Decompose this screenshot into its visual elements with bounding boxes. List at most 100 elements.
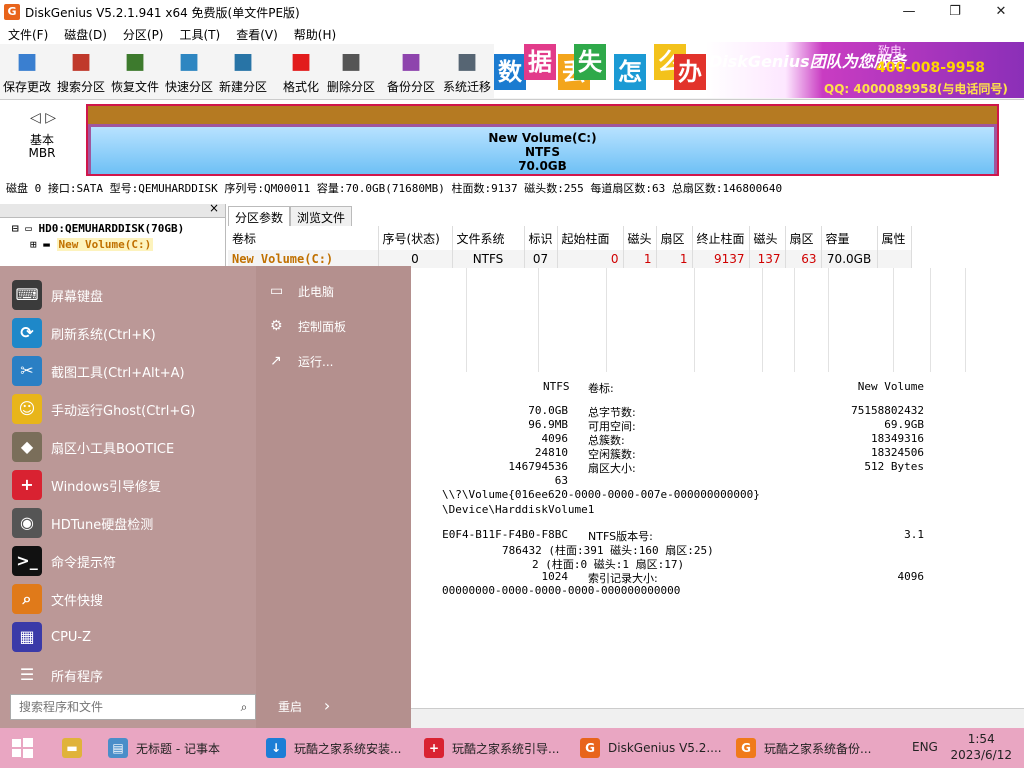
- toolbar-button-5[interactable]: ■ 格式化: [274, 46, 328, 96]
- start-menu-right-item-label: 控制面板: [298, 319, 347, 334]
- banner-char: 据: [524, 44, 556, 80]
- table-header-cell[interactable]: 容量: [821, 226, 878, 250]
- grid-line: [828, 268, 829, 372]
- start-menu-item[interactable]: ☰ 所有程序: [12, 658, 252, 692]
- start-menu-item[interactable]: ⟳ 刷新系统(Ctrl+K): [12, 316, 252, 350]
- menu-view[interactable]: 查看(V): [228, 26, 286, 43]
- disk-info-line: 磁盘 0 接口:SATA 型号:QEMUHARDDISK 序列号:QM00011…: [0, 180, 1024, 200]
- partition-bar-c[interactable]: New Volume(C:) NTFS 70.0GB: [86, 104, 999, 176]
- start-menu-item[interactable]: ◉ HDTune硬盘检测: [12, 506, 252, 540]
- menu-bar: 文件(F) 磁盘(D) 分区(P) 工具(T) 查看(V) 帮助(H): [0, 24, 1024, 44]
- table-header-cell[interactable]: 磁头: [623, 226, 657, 250]
- close-button[interactable]: ✕: [978, 0, 1024, 24]
- disk-nav-arrows[interactable]: ◁ ▷: [30, 110, 56, 126]
- detail-start-sector: 63: [554, 474, 568, 487]
- start-search-box[interactable]: ⌕: [10, 694, 256, 720]
- maximize-button[interactable]: ❐: [932, 0, 978, 24]
- table-header-cell[interactable]: 磁头: [749, 226, 786, 250]
- toolbar-button-7[interactable]: ■ 备份分区: [384, 46, 438, 96]
- ad-banner[interactable]: 数据丢失怎么办 DiskGenius团队为您服务 致电: 400-008-995…: [494, 42, 1024, 98]
- toolbar-button-1[interactable]: ■ 搜索分区: [54, 46, 108, 96]
- start-menu-right-item[interactable]: ⚙ 控制面板: [270, 315, 346, 337]
- start-menu-item-label: 命令提示符: [51, 555, 117, 571]
- table-header-cell[interactable]: 终止柱面: [692, 226, 750, 250]
- toolbar-button-3[interactable]: ■ 快速分区: [162, 46, 216, 96]
- start-menu-item[interactable]: ▦ CPU-Z: [12, 620, 252, 654]
- migrate-icon: ■: [456, 49, 478, 74]
- table-header-cell[interactable]: 扇区: [785, 226, 822, 250]
- table-header-cell[interactable]: 起始柱面: [557, 226, 624, 250]
- taskbar-item[interactable]: G 玩酷之家系统备份...: [736, 728, 871, 768]
- toolbar-button-label: 系统迁移: [442, 80, 491, 94]
- menu-tools[interactable]: 工具(T): [172, 26, 229, 43]
- menu-file[interactable]: 文件(F): [0, 26, 56, 43]
- detail-label-value: New Volume: [857, 380, 924, 393]
- taskbar-item[interactable]: ▤ 无标题 - 记事本: [108, 728, 220, 768]
- table-header-cell[interactable]: 文件系统: [452, 226, 525, 250]
- recover-icon: ■: [124, 49, 146, 74]
- start-menu-item[interactable]: ⌨ 屏幕键盘: [12, 278, 252, 312]
- start-menu-item[interactable]: ☺ 手动运行Ghost(Ctrl+G): [12, 392, 252, 426]
- language-indicator[interactable]: ENG: [912, 740, 938, 754]
- start-menu-item[interactable]: >_ 命令提示符: [12, 544, 252, 578]
- screenshot-icon: ✂: [12, 356, 42, 386]
- start-menu-right-item[interactable]: ↗ 运行...: [270, 350, 333, 372]
- toolbar-button-6[interactable]: ■ 删除分区: [324, 46, 378, 96]
- hdtune-icon: ◉: [12, 508, 42, 538]
- banner-char: 怎: [614, 54, 646, 90]
- diskgenius-icon: G: [580, 738, 600, 758]
- menu-disk[interactable]: 磁盘(D): [56, 26, 115, 43]
- grid-line: [930, 268, 931, 372]
- taskbar-item[interactable]: + 玩酷之家系统引导...: [424, 728, 559, 768]
- start-search-input[interactable]: [19, 700, 233, 714]
- start-button[interactable]: [10, 728, 34, 768]
- tab-partition-params[interactable]: 分区参数: [228, 206, 291, 226]
- start-menu-item[interactable]: ◆ 扇区小工具BOOTICE: [12, 430, 252, 464]
- detail-cluster-size: 4096: [541, 432, 569, 445]
- tree-node-disk-label: HD0:QEMUHARDDISK(70GB): [38, 222, 185, 235]
- taskbar-item[interactable]: ↓ 玩酷之家系统安装...: [266, 728, 401, 768]
- menu-partition[interactable]: 分区(P): [115, 26, 172, 43]
- tree-node-disk[interactable]: ⊟ ▭ HD0:QEMUHARDDISK(70GB): [12, 222, 184, 235]
- taskbar: ▬ ▤ 无标题 - 记事本 ↓ 玩酷之家系统安装... + 玩酷之家系统引导... G Disk…: [0, 728, 1024, 768]
- tree-node-partition[interactable]: ⊞ ▬ New Volume(C:): [30, 238, 154, 251]
- start-menu-right-item-label: 运行...: [298, 354, 334, 369]
- start-menu-item-label: 扇区小工具BOOTICE: [51, 441, 175, 457]
- system-clock[interactable]: 1:54 2023/6/12: [950, 731, 1012, 763]
- keyboard-icon: ⌨: [12, 280, 42, 310]
- detail-free-size: 96.9MB: [528, 418, 568, 431]
- tree-close-button[interactable]: ×: [209, 201, 219, 215]
- toolbar-button-4[interactable]: ■ 新建分区: [216, 46, 270, 96]
- taskbar-item[interactable]: G DiskGenius V5.2....: [580, 728, 722, 768]
- table-header-cell[interactable]: 卷标: [228, 226, 379, 250]
- detail-val-total-bytes: 75158802432: [851, 404, 924, 417]
- partition-bar-fs: NTFS: [524, 145, 561, 159]
- notepad-icon: ▤: [108, 738, 128, 758]
- toolbar-button-2[interactable]: ■ 恢复文件: [108, 46, 162, 96]
- toolbar-button-0[interactable]: ■ 保存更改: [0, 46, 54, 96]
- start-menu-item[interactable]: ✂ 截图工具(Ctrl+Alt+A): [12, 354, 252, 388]
- restart-button[interactable]: 重启 ›: [278, 696, 330, 715]
- toolbar-button-8[interactable]: ■ 系统迁移: [440, 46, 494, 96]
- table-header-cell[interactable]: 标识: [524, 226, 558, 250]
- minimize-button[interactable]: —: [886, 0, 932, 24]
- table-header-cell[interactable]: 序号(状态): [378, 226, 453, 250]
- tab-strip: 分区参数 浏览文件: [228, 206, 353, 226]
- menu-help[interactable]: 帮助(H): [286, 26, 344, 43]
- boot-repair-icon: +: [12, 470, 42, 500]
- toolbar-button-label: 快速分区: [164, 80, 213, 94]
- start-menu-item[interactable]: + Windows引导修复: [12, 468, 252, 502]
- folder-icon: ▬: [62, 738, 82, 758]
- clock-date: 2023/6/12: [950, 748, 1012, 762]
- search-icon[interactable]: ⌕: [233, 700, 255, 715]
- format-icon: ■: [290, 49, 312, 74]
- start-menu-item[interactable]: ⌕ 文件快搜: [12, 582, 252, 616]
- table-header-cell[interactable]: 属性: [877, 226, 912, 250]
- table-header-cell[interactable]: 扇区: [656, 226, 693, 250]
- tab-browse-files[interactable]: 浏览文件: [290, 206, 353, 226]
- start-menu-right-item[interactable]: ▭ 此电脑: [270, 280, 334, 302]
- taskbar-item-label: DiskGenius V5.2....: [608, 741, 722, 755]
- windows-logo-icon: [12, 738, 33, 758]
- detail-val-sector-size: 512 Bytes: [864, 460, 924, 473]
- taskbar-item[interactable]: ▬: [62, 728, 82, 768]
